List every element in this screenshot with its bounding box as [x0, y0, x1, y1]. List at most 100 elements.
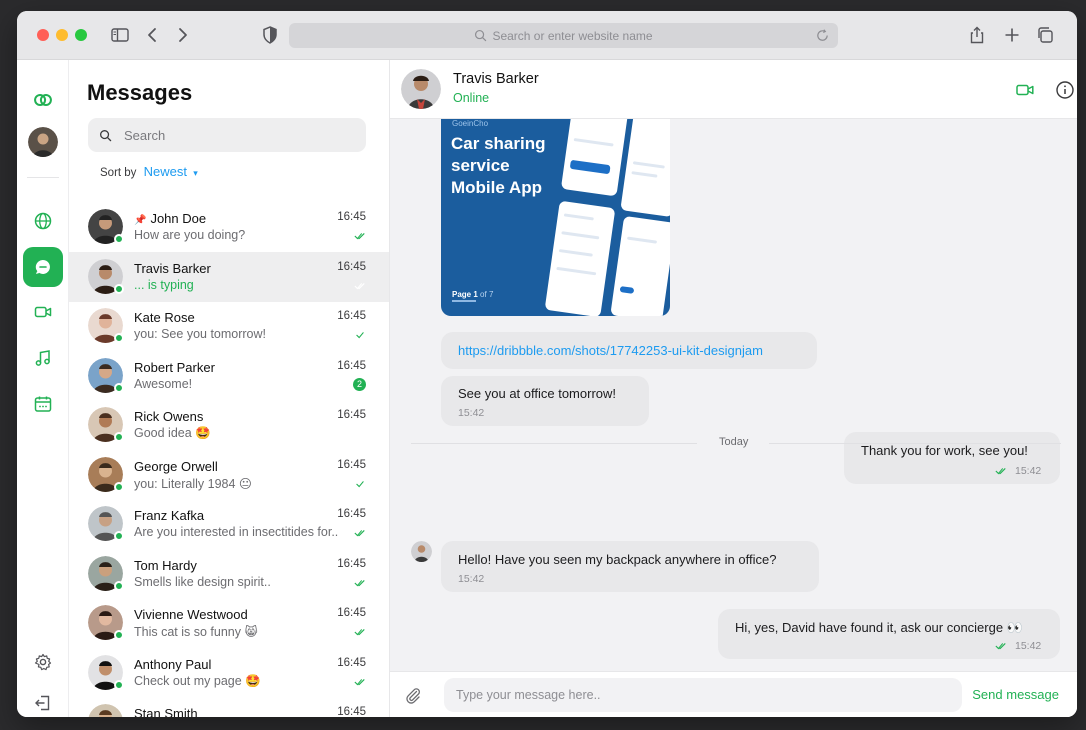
chat-time: 16:45	[337, 656, 366, 669]
check-icon	[356, 332, 364, 339]
message-input[interactable]	[444, 678, 962, 712]
chat-list-item[interactable]: Stan SmithWant to see this kicks rn16:45	[69, 697, 389, 717]
chat-time: 16:45	[337, 409, 366, 421]
contact-name: Travis Barker	[453, 71, 539, 87]
messages-title: Messages	[87, 80, 193, 105]
double-check-icon	[354, 282, 365, 289]
browser-window: Search or enter website name Messages Se…	[17, 11, 1077, 717]
avatar	[88, 704, 123, 717]
preview-title: Car sharing service Mobile App	[451, 134, 546, 197]
app-rail	[17, 60, 69, 717]
link-preview-image[interactable]: GoeinCho Car sharing service Mobile App	[441, 119, 670, 316]
contact-status: Online	[453, 91, 490, 105]
chat-icon[interactable]	[23, 247, 63, 287]
online-indicator	[114, 234, 124, 244]
chat-list-item[interactable]: 📌 John Doe How are you doing? 16:45	[69, 202, 389, 252]
chat-list-item[interactable]: Franz Kafka Are you interested in insecti…	[69, 499, 389, 549]
info-icon[interactable]	[1054, 79, 1076, 101]
close-window-button[interactable]	[37, 29, 49, 41]
chat-list-item[interactable]: George Orwell you: Literally 1984 😐 16:45	[69, 450, 389, 500]
minimize-window-button[interactable]	[56, 29, 68, 41]
sidebar-icon[interactable]	[109, 24, 131, 46]
message-time: 15:42	[458, 407, 485, 419]
online-indicator	[114, 382, 124, 393]
preview-phone-1	[560, 119, 630, 197]
online-indicator	[114, 531, 124, 541]
new-tab-icon[interactable]	[1001, 24, 1023, 46]
chevron-down-icon[interactable]: ▾	[193, 168, 198, 178]
chat-preview: How are you doing?	[134, 228, 246, 242]
pin-icon: 📌	[134, 215, 147, 226]
chat-time: 16:45	[337, 557, 366, 570]
message-bubble-link: https://dribbble.com/shots/17742253-ui-k…	[441, 332, 817, 369]
shield-icon[interactable]	[259, 24, 281, 46]
chat-name: Stan Smith	[134, 706, 198, 717]
sort-control[interactable]: Sort by Newest ▾	[100, 164, 198, 179]
chat-list-item[interactable]: Tom Hardy Smells like design spirit.. 16:4…	[69, 549, 389, 599]
chat-list-item[interactable]: Rick Owens Good idea 🤩 16:45	[69, 400, 389, 450]
chat-preview: Smells like design spirit..	[134, 574, 271, 589]
double-check-icon	[354, 530, 365, 537]
settings-icon[interactable]	[23, 642, 63, 682]
zoom-window-button[interactable]	[75, 29, 87, 41]
double-check-icon	[354, 233, 365, 240]
chat-preview: ... is typing	[134, 277, 194, 292]
reload-icon[interactable]	[815, 28, 830, 43]
double-check-icon	[354, 678, 365, 685]
preview-page-dots	[452, 300, 476, 302]
message-text: Hello! Have you seen my backpack anywher…	[458, 552, 777, 567]
chat-name: Vivienne Westwood	[134, 607, 248, 622]
chat-name: 📌 John Doe	[134, 211, 207, 226]
chat-list-item[interactable]: Anthony Paul Check out my page 🤩 16:45	[69, 648, 389, 698]
chat-time: 16:45	[337, 310, 366, 322]
share-icon[interactable]	[966, 24, 988, 46]
message-bubble-in: See you at office tomorrow! 15:42	[441, 376, 649, 426]
logout-icon[interactable]	[23, 683, 63, 717]
sender-avatar	[411, 541, 432, 562]
chat-list-item[interactable]: Travis Barker... is typing 16:45	[69, 251, 389, 302]
chat-list-item[interactable]: Kate Rose you: See you tomorrow! 16:45	[69, 301, 389, 351]
search-input[interactable]: Search	[88, 118, 366, 152]
chat-panel: Travis Barker Online GoeinCho Car sharin…	[390, 60, 1077, 717]
message-time: 15:42	[1015, 640, 1042, 652]
forward-icon[interactable]	[171, 24, 193, 46]
preview-page-indicator: Page 1 of 7	[452, 290, 494, 299]
app-logo	[23, 80, 63, 120]
chat-name: Tom Hardy	[134, 557, 197, 573]
preview-brand: GoeinCho	[452, 119, 489, 128]
contact-avatar[interactable]	[401, 69, 441, 109]
chat-preview: Are you interested in insectitides for..	[134, 525, 339, 539]
chat-time: 16:45	[337, 458, 366, 471]
double-check-icon	[354, 629, 365, 636]
message-link[interactable]: https://dribbble.com/shots/17742253-ui-k…	[458, 343, 763, 358]
browser-toolbar: Search or enter website name	[17, 11, 1077, 60]
chat-name: Rick Owens	[134, 409, 204, 424]
video-call-icon[interactable]	[1014, 79, 1036, 101]
message-composer: Send message	[390, 671, 1077, 717]
calendar-icon[interactable]	[23, 384, 63, 424]
globe-icon[interactable]	[23, 201, 63, 241]
attachment-icon[interactable]	[404, 686, 422, 704]
back-icon[interactable]	[142, 24, 164, 46]
online-indicator	[114, 481, 124, 492]
online-indicator	[114, 333, 124, 343]
profile-avatar[interactable]	[23, 122, 63, 162]
video-icon[interactable]	[23, 292, 63, 332]
online-indicator	[114, 283, 124, 294]
chat-list-item[interactable]: Vivienne Westwood This cat is so funny 😸 1…	[69, 598, 389, 648]
chat-time: 16:45	[337, 508, 366, 520]
music-icon[interactable]	[23, 338, 63, 378]
message-time: 15:42	[1015, 465, 1042, 477]
message-time: 15:42	[458, 573, 485, 585]
chat-name: Kate Rose	[134, 310, 195, 325]
send-message-button[interactable]: Send message	[972, 687, 1059, 702]
tabs-overview-icon[interactable]	[1034, 24, 1056, 46]
sort-value[interactable]: Newest	[144, 164, 187, 179]
chat-list-item[interactable]: Robert Parker Awesome! 16:45 2	[69, 351, 389, 401]
address-bar[interactable]: Search or enter website name	[289, 23, 838, 48]
day-divider-left	[411, 443, 697, 444]
search-placeholder: Search	[124, 127, 166, 143]
online-indicator	[114, 432, 124, 442]
chat-preview: you: See you tomorrow!	[134, 327, 267, 341]
chat-name: Anthony Paul	[134, 656, 212, 672]
